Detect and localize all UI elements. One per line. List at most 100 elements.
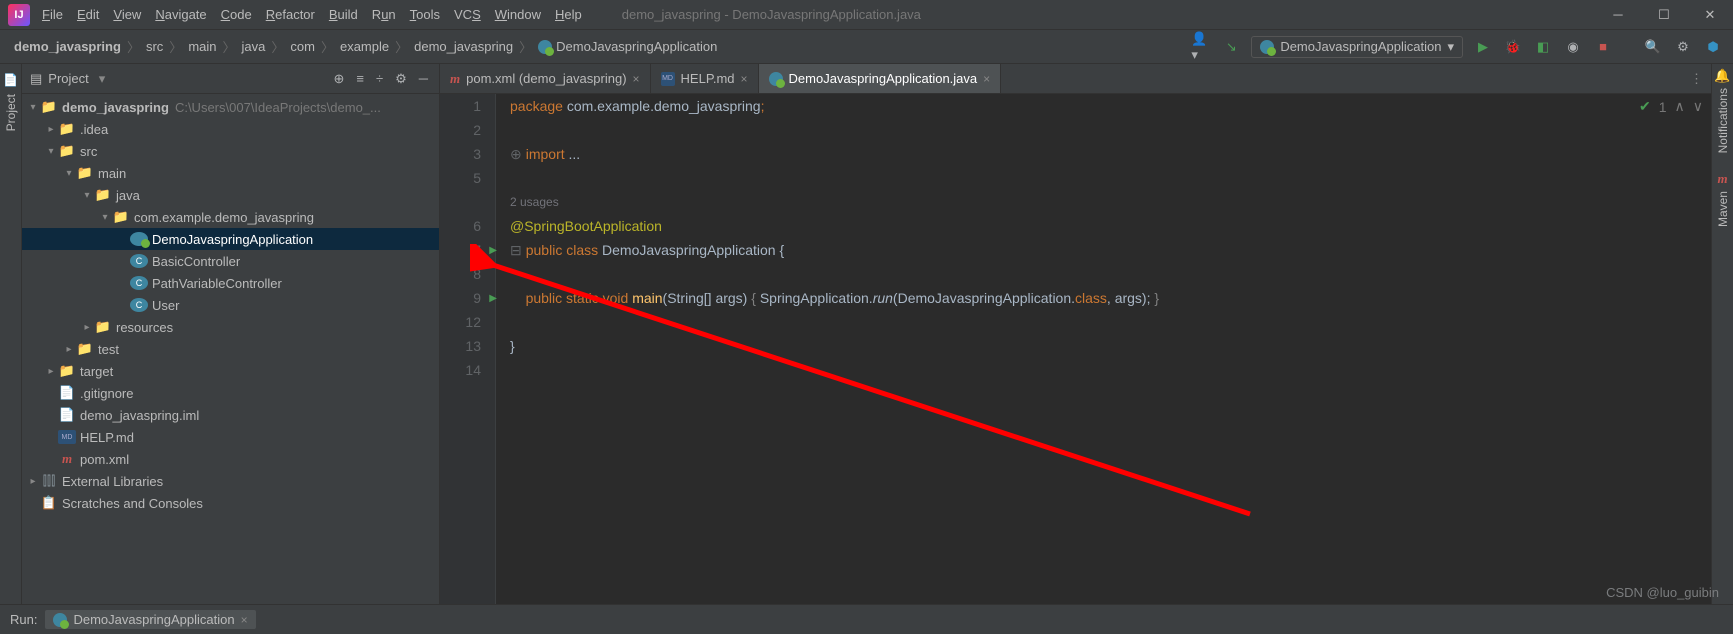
project-title: Project [48,71,88,86]
project-view-dropdown[interactable] [95,71,106,87]
profile-button[interactable]: ◉ [1563,37,1583,57]
crumb-pkg[interactable]: demo_javaspring [410,39,517,54]
crumb-com[interactable]: com [286,39,319,54]
stop-button[interactable]: ■ [1593,37,1613,57]
menu-code[interactable]: Code [221,7,252,22]
spring-class-icon [130,232,148,246]
select-opened-file-icon[interactable]: ⊕ [330,71,347,87]
tree-external-libs[interactable]: ▸⫿⫿⫿External Libraries [22,470,439,492]
tree-pathvar-controller[interactable]: CPathVariableController [22,272,439,294]
menu-edit[interactable]: Edit [77,7,99,22]
close-button[interactable]: ✕ [1687,0,1733,30]
tree-scratches[interactable]: 📋Scratches and Consoles [22,492,439,514]
expand-all-icon[interactable]: ≡ [353,71,367,86]
tree-src[interactable]: ▾📁src [22,140,439,162]
menu-file[interactable]: File [42,7,63,22]
problems-count[interactable]: 1 [1659,99,1667,115]
tree-root[interactable]: ▾📁demo_javaspringC:\Users\007\IdeaProjec… [22,96,439,118]
project-tool-icon[interactable]: 📄 [1,70,21,90]
tab-close-icon[interactable]: × [741,72,748,86]
tool-settings-icon[interactable]: ⚙ [392,71,410,87]
project-tab-label[interactable]: Project [4,94,18,131]
maven-icon: m [450,71,460,87]
tree-iml[interactable]: 📄demo_javaspring.iml [22,404,439,426]
tab-close-icon[interactable]: × [983,72,990,86]
maximize-button[interactable]: ☐ [1641,0,1687,30]
tree-pom[interactable]: mpom.xml [22,448,439,470]
collapse-all-icon[interactable]: ÷ [373,71,386,86]
menu-navigate[interactable]: Navigate [155,7,206,22]
usages-hint[interactable]: 2 usages [510,195,559,209]
markdown-icon: MD [661,72,675,86]
tab-close-icon[interactable]: × [633,72,640,86]
spring-class-icon [769,72,783,86]
app-icon: IJ [8,4,30,26]
coverage-button[interactable]: ◧ [1533,37,1553,57]
menu-tools[interactable]: Tools [410,7,440,22]
notifications-icon[interactable]: 🔔 [1714,68,1730,84]
tab-pom[interactable]: mpom.xml (demo_javaspring)× [440,64,651,93]
tree-idea[interactable]: ▸📁.idea [22,118,439,140]
prev-problem-icon[interactable]: ∧ [1675,98,1685,115]
crumb-file[interactable]: DemoJavaspringApplication [534,39,721,54]
tree-help[interactable]: MDHELP.md [22,426,439,448]
search-icon[interactable]: 🔍 [1643,37,1663,57]
tree-main[interactable]: ▾📁main [22,162,439,184]
project-tree[interactable]: ▾📁demo_javaspringC:\Users\007\IdeaProjec… [22,94,439,604]
check-icon[interactable]: ✔ [1639,98,1651,115]
run-tool-tab[interactable]: DemoJavaspringApplication × [45,610,255,629]
tree-user-class[interactable]: CUser [22,294,439,316]
watermark: CSDN @luo_guibin [1606,585,1719,600]
tree-java[interactable]: ▾📁java [22,184,439,206]
crumb-main[interactable]: main [184,39,220,54]
tree-gitignore[interactable]: 📄.gitignore [22,382,439,404]
crumb-example[interactable]: example [336,39,393,54]
settings-icon[interactable]: ⚙ [1673,37,1693,57]
tab-close-icon[interactable]: × [241,613,248,627]
next-problem-icon[interactable]: ∨ [1693,98,1703,115]
tree-package[interactable]: ▾📁com.example.demo_javaspring [22,206,439,228]
minimize-button[interactable]: ─ [1595,0,1641,30]
library-icon: ⫿⫿⫿ [40,473,58,489]
fold-icon[interactable]: ⊕ [510,146,522,163]
editor-body[interactable]: ✔ 1 ∧ ∨ 1 2 3 5 6 7▶ 8 9▶ 12 13 14 packa… [440,94,1711,604]
user-icon[interactable]: 👤▾ [1191,37,1211,57]
line-gutter[interactable]: 1 2 3 5 6 7▶ 8 9▶ 12 13 14 [440,94,496,604]
editor-area: mpom.xml (demo_javaspring)× MDHELP.md× D… [440,64,1711,604]
tab-help[interactable]: MDHELP.md× [651,64,759,93]
menu-window[interactable]: Window [495,7,541,22]
crumb-project[interactable]: demo_javaspring [10,39,125,54]
maven-tab[interactable]: Maven [1716,191,1730,227]
menu-vcs[interactable]: VCS [454,7,481,22]
tree-target[interactable]: ▸📁target [22,360,439,382]
crumb-src[interactable]: src [142,39,167,54]
class-icon: C [130,298,148,312]
notifications-tab[interactable]: Notifications [1716,88,1730,153]
menu-view[interactable]: View [113,7,141,22]
toolbar-right: 👤▾ ↘ DemoJavaspringApplication ▾ ▶ 🐞 ◧ ◉… [1191,36,1723,58]
debug-button[interactable]: 🐞 [1503,37,1523,57]
menu-refactor[interactable]: Refactor [266,7,315,22]
build-hammer-icon[interactable]: ↘ [1221,37,1241,57]
run-config-selector[interactable]: DemoJavaspringApplication ▾ [1251,36,1463,58]
tree-test[interactable]: ▸📁test [22,338,439,360]
hide-icon[interactable]: ─ [416,71,431,86]
maven-icon: m [58,451,76,467]
crumb-java[interactable]: java [238,39,270,54]
menu-run[interactable]: Run [372,7,396,22]
fold-icon[interactable]: ⊟ [510,242,522,259]
editor-tabs: mpom.xml (demo_javaspring)× MDHELP.md× D… [440,64,1711,94]
tab-app[interactable]: DemoJavaspringApplication.java× [759,64,1002,93]
tree-basic-controller[interactable]: CBasicController [22,250,439,272]
code-area[interactable]: package com.example.demo_javaspring; ⊕im… [496,94,1711,604]
run-button[interactable]: ▶ [1473,37,1493,57]
spring-icon [1260,40,1274,54]
menu-build[interactable]: Build [329,7,358,22]
menu-help[interactable]: Help [555,7,582,22]
tabs-menu-icon[interactable]: ⋮ [1682,64,1711,93]
ide-gear-icon[interactable]: ⬢ [1703,37,1723,57]
tree-resources[interactable]: ▸📁resources [22,316,439,338]
tree-app-class[interactable]: DemoJavaspringApplication [22,228,439,250]
maven-tab-icon[interactable]: m [1717,171,1727,187]
markdown-icon: MD [58,430,76,444]
